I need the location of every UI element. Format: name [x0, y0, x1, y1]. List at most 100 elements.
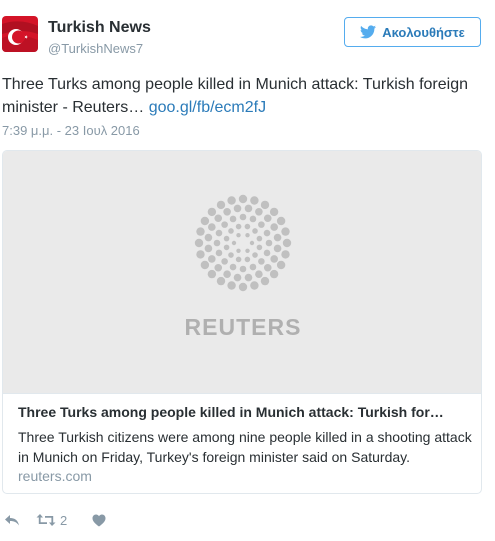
reuters-dots-logo: [194, 194, 292, 292]
logo-dot: [231, 240, 237, 246]
logo-dot: [200, 260, 210, 270]
logo-dot: [216, 276, 226, 286]
logo-dot: [216, 200, 226, 210]
logo-dot: [235, 256, 242, 263]
logo-dot: [229, 263, 237, 271]
logo-dot: [239, 265, 247, 273]
logo-dot: [236, 233, 241, 238]
logo-dot: [273, 233, 282, 242]
logo-dot: [214, 263, 223, 272]
logo-dot: [256, 244, 263, 251]
card-domain: reuters.com: [18, 468, 92, 484]
follow-button-label: Ακολουθήστε: [382, 24, 465, 40]
logo-dot: [249, 215, 257, 223]
logo-dot: [269, 207, 279, 217]
logo-dot: [233, 204, 242, 213]
logo-dot: [263, 229, 271, 237]
logo-dot: [249, 240, 255, 246]
logo-dot: [228, 252, 234, 258]
heart-icon: [92, 514, 106, 526]
logo-dot: [281, 250, 290, 259]
logo-dot: [249, 263, 257, 271]
logo-dot: [250, 281, 259, 290]
logo-dot: [255, 208, 263, 216]
logo-dot: [235, 223, 242, 230]
logo-dot: [208, 223, 216, 231]
link-card[interactable]: REUTERS Three Turks among people killed …: [2, 150, 482, 494]
tweet-timestamp[interactable]: 7:39 μ.μ. - 23 Ιουλ 2016: [2, 123, 140, 138]
logo-dot: [244, 223, 251, 230]
follow-button[interactable]: Ακολουθήστε: [344, 17, 481, 47]
card-title[interactable]: Three Turks among people killed in Munic…: [18, 404, 468, 420]
reuters-wordmark: REUTERS: [185, 314, 302, 340]
logo-dot: [223, 244, 230, 251]
tweet-text: Three Turks among people killed in Munic…: [2, 73, 482, 119]
logo-dot: [260, 200, 270, 210]
logo-dot: [258, 258, 265, 265]
logo-dot: [255, 270, 263, 278]
logo-dot: [263, 249, 271, 257]
logo-dot: [204, 233, 213, 242]
logo-dot: [263, 263, 272, 272]
logo-dot: [200, 216, 210, 226]
logo-dot: [256, 235, 263, 242]
logo-dot: [227, 281, 236, 290]
logo-dot: [204, 244, 213, 253]
logo-dot: [207, 207, 217, 217]
retweet-icon: [36, 514, 56, 526]
logo-dot: [213, 239, 221, 247]
logo-dot: [207, 269, 217, 279]
logo-dot: [228, 228, 234, 234]
reuters-logo: REUTERS: [185, 194, 302, 340]
logo-dot: [223, 235, 230, 242]
turkish-flag-icon: [2, 16, 38, 52]
logo-dot: [245, 248, 250, 253]
logo-dot: [223, 270, 231, 278]
bird-icon: [360, 25, 377, 39]
logo-dot: [276, 216, 286, 226]
like-button[interactable]: [92, 514, 106, 527]
logo-dot: [238, 194, 248, 204]
reply-button[interactable]: [4, 513, 36, 527]
logo-dot: [263, 214, 272, 223]
logo-dot: [238, 282, 248, 292]
logo-dot: [245, 233, 250, 238]
logo-dot: [276, 260, 286, 270]
logo-dot: [265, 239, 273, 247]
logo-dot: [258, 221, 265, 228]
logo-dot: [229, 215, 237, 223]
retweet-button[interactable]: 2: [36, 513, 92, 528]
logo-dot: [270, 223, 278, 231]
tweet-link[interactable]: goo.gl/fb/ecm2fJ: [149, 99, 266, 116]
logo-dot: [233, 273, 242, 282]
reply-icon: [5, 515, 19, 526]
logo-dot: [252, 252, 258, 258]
logo-dot: [244, 204, 253, 213]
logo-dot: [208, 255, 216, 263]
logo-dot: [221, 221, 228, 228]
retweet-count: 2: [60, 512, 68, 528]
logo-dot: [250, 196, 259, 205]
logo-dot: [236, 248, 241, 253]
card-image[interactable]: REUTERS: [3, 151, 481, 393]
logo-dot: [215, 229, 223, 237]
account-name[interactable]: Turkish News: [48, 19, 151, 37]
account-handle[interactable]: @TurkishNews7: [48, 41, 143, 56]
logo-dot: [244, 273, 253, 282]
logo-dot: [196, 227, 205, 236]
logo-dot: [214, 214, 223, 223]
logo-dot: [270, 255, 278, 263]
logo-dot: [244, 256, 251, 263]
logo-dot: [269, 269, 279, 279]
logo-dot: [221, 258, 228, 265]
logo-dot: [252, 228, 258, 234]
logo-dot: [194, 238, 204, 248]
logo-dot: [223, 208, 231, 216]
card-divider: [3, 393, 481, 394]
tweet-actions: 2: [4, 510, 106, 530]
logo-dot: [281, 227, 290, 236]
logo-dot: [227, 196, 236, 205]
logo-dot: [196, 250, 205, 259]
logo-dot: [260, 276, 270, 286]
avatar[interactable]: [2, 16, 38, 52]
